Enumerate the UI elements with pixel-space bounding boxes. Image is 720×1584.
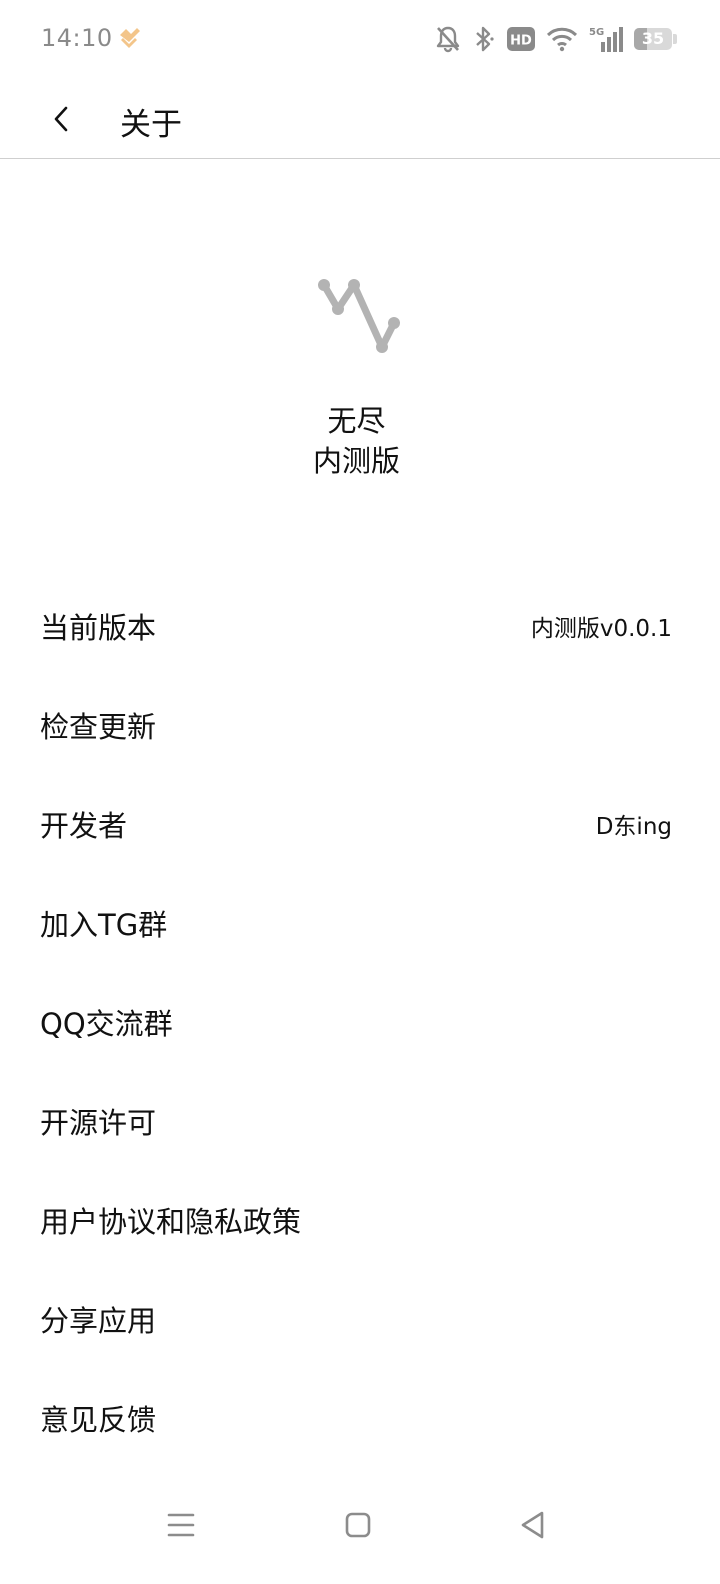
about-menu-list: 当前版本 内测版v0.0.1 检查更新 开发者 D东ing 加入TG群 QQ交流… — [0, 576, 720, 1467]
wifi-icon — [546, 26, 578, 52]
menu-item-label: 意见反馈 — [40, 1402, 157, 1437]
menu-item-label: 检查更新 — [40, 709, 157, 744]
battery-level: 35 — [641, 29, 665, 48]
menu-item-label: 当前版本 — [40, 610, 157, 645]
home-button[interactable] — [333, 1502, 383, 1548]
menu-item-label: 分享应用 — [40, 1303, 157, 1338]
status-time: 14:10 — [41, 24, 113, 52]
battery-icon: 35 — [634, 28, 678, 50]
mute-icon — [435, 25, 461, 53]
menu-item-label: 开源许可 — [40, 1105, 157, 1140]
menu-item-value: D东ing — [595, 813, 672, 840]
nav-back-button[interactable] — [508, 1502, 558, 1548]
app-logo-icon — [318, 279, 400, 353]
bluetooth-icon — [472, 25, 496, 53]
menu-item-qq-group[interactable]: QQ交流群 — [0, 972, 720, 1071]
menu-item-feedback[interactable]: 意见反馈 — [0, 1368, 720, 1467]
app-edition: 内测版 — [312, 444, 400, 478]
recent-apps-button[interactable] — [156, 1502, 206, 1548]
menu-item-label: 用户协议和隐私政策 — [40, 1204, 302, 1239]
hd-label: HD — [510, 34, 532, 49]
back-icon — [521, 1511, 544, 1539]
menu-item-label: 开发者 — [40, 808, 128, 843]
menu-item-user-agreement[interactable]: 用户协议和隐私政策 — [0, 1170, 720, 1269]
status-icons: HD 5G 35 — [435, 22, 678, 56]
menu-item-current-version[interactable]: 当前版本 内测版v0.0.1 — [0, 576, 720, 675]
navigation-bar — [0, 1490, 720, 1560]
menu-item-open-source-license[interactable]: 开源许可 — [0, 1071, 720, 1170]
app-notification-icon — [117, 27, 141, 53]
home-icon — [345, 1512, 371, 1538]
menu-item-join-tg-group[interactable]: 加入TG群 — [0, 873, 720, 972]
app-name: 无尽 — [327, 404, 386, 438]
hd-icon: HD — [507, 27, 535, 51]
menu-item-value: 内测版v0.0.1 — [530, 615, 672, 642]
status-bar: 14:10 HD 5G 35 — [0, 0, 720, 80]
menu-item-label: QQ交流群 — [40, 1006, 173, 1041]
signal-icon: 5G — [589, 25, 623, 53]
menu-item-label: 加入TG群 — [40, 907, 168, 942]
header-bar: 关于 — [0, 80, 720, 159]
page-title: 关于 — [120, 107, 182, 143]
menu-item-share-app[interactable]: 分享应用 — [0, 1269, 720, 1368]
menu-icon — [167, 1513, 195, 1537]
menu-item-developer[interactable]: 开发者 D东ing — [0, 774, 720, 873]
back-chevron-icon — [54, 106, 68, 132]
menu-item-check-update[interactable]: 检查更新 — [0, 675, 720, 774]
back-button[interactable] — [40, 98, 82, 140]
network-label: 5G — [589, 27, 604, 38]
